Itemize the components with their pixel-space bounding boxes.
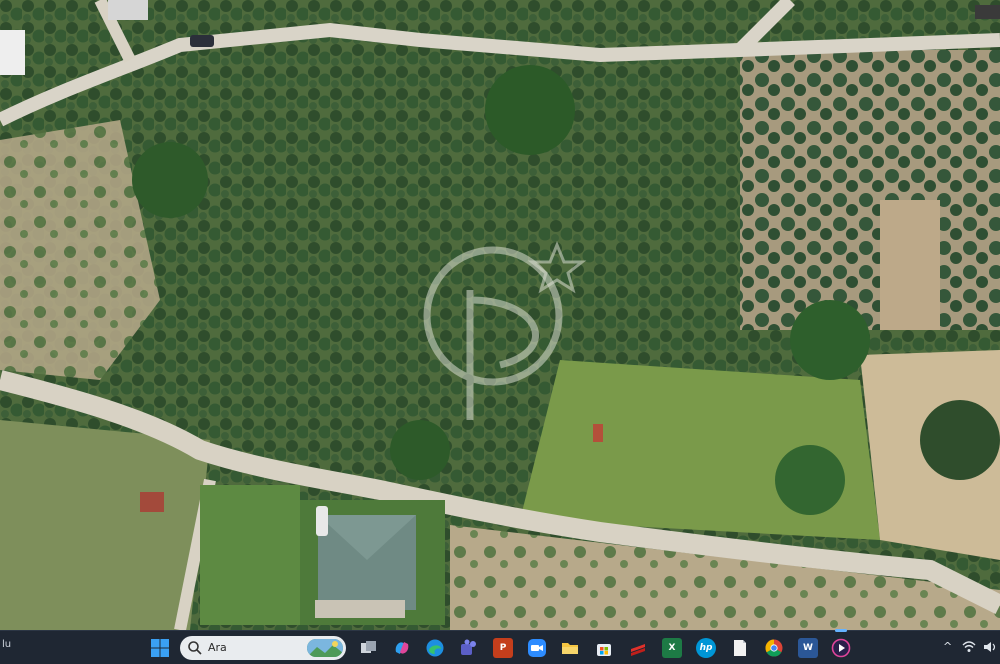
wifi-icon[interactable]: [962, 641, 976, 653]
cloud-app-icon[interactable]: [628, 638, 648, 658]
chrome-icon[interactable]: [764, 638, 784, 658]
tray-chevron-icon[interactable]: ^: [943, 640, 952, 653]
active-app-indicator: [835, 629, 847, 632]
notepad-icon[interactable]: [730, 638, 750, 658]
edge-icon[interactable]: [425, 638, 445, 658]
powerpoint-icon[interactable]: P: [493, 638, 513, 658]
search-placeholder: Ara: [208, 641, 227, 654]
copilot-icon[interactable]: [392, 638, 412, 658]
microsoft-store-icon[interactable]: [594, 638, 614, 658]
media-player-icon[interactable]: [831, 638, 851, 658]
hp-label: hp: [699, 643, 713, 653]
zoom-icon[interactable]: [527, 638, 547, 658]
word-icon[interactable]: W: [798, 638, 818, 658]
task-view-icon[interactable]: [358, 638, 378, 658]
hp-icon[interactable]: hp: [696, 638, 716, 658]
aerial-photo: [0, 0, 1000, 630]
file-explorer-icon[interactable]: [560, 638, 580, 658]
taskbar-search-box[interactable]: Ara: [180, 636, 346, 660]
windows-start-icon[interactable]: [150, 638, 170, 658]
taskbar: lu Ara P X hp W ^: [0, 630, 1000, 664]
taskbar-left-text: lu: [2, 639, 12, 650]
word-label: W: [803, 643, 813, 653]
powerpoint-label: P: [499, 643, 507, 653]
search-icon: [188, 641, 202, 655]
excel-icon[interactable]: X: [662, 638, 682, 658]
excel-label: X: [668, 643, 676, 653]
teams-icon[interactable]: [458, 638, 478, 658]
volume-icon[interactable]: [983, 641, 997, 653]
search-highlight-icon: [307, 639, 343, 657]
